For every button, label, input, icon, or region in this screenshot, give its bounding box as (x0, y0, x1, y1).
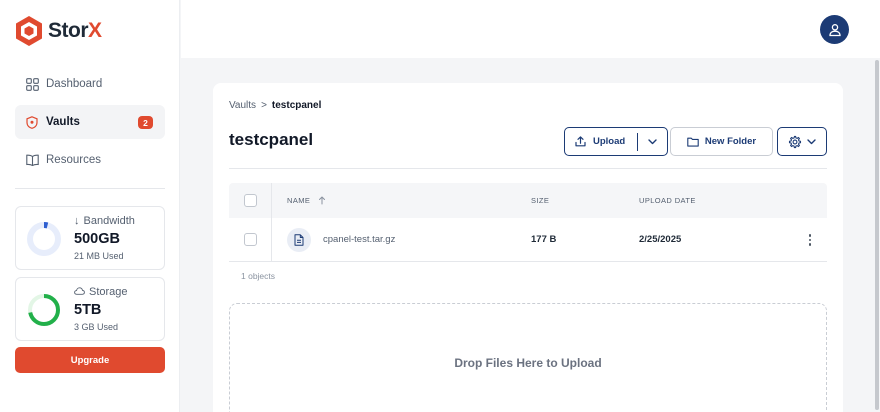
file-drop-zone[interactable]: Drop Files Here to Upload (229, 303, 827, 412)
user-icon (828, 23, 841, 36)
bandwidth-value: 500GB (74, 231, 120, 247)
bandwidth-used: 21 MB Used (74, 251, 124, 261)
storage-title: Storage (74, 286, 128, 298)
table-row[interactable]: cpanel-test.tar.gz 177 B 2/25/2025 (229, 218, 827, 262)
file-name[interactable]: cpanel-test.tar.gz (323, 234, 395, 245)
column-header-name[interactable]: NAME (287, 196, 326, 205)
upgrade-button[interactable]: Upgrade (15, 347, 165, 373)
column-header-upload-date[interactable]: UPLOAD DATE (639, 196, 696, 205)
gear-icon (788, 135, 802, 148)
upload-dropdown-toggle[interactable] (638, 128, 667, 155)
vault-shield-icon (25, 115, 39, 129)
storage-card: Storage 5TB 3 GB Used (15, 277, 165, 341)
title-divider (229, 168, 827, 169)
new-folder-label: New Folder (704, 136, 757, 147)
upload-split-button: Upload (564, 127, 668, 156)
column-header-size[interactable]: SIZE (531, 196, 549, 205)
file-upload-date: 2/25/2025 (639, 234, 682, 245)
breadcrumb: Vaults > testcpanel (229, 100, 321, 111)
sidebar: StorX Dashboard Vaults 2 Resources ↓ Ban… (0, 0, 180, 412)
folder-icon (687, 137, 699, 147)
storage-value: 5TB (74, 302, 102, 318)
sidebar-item-resources[interactable]: Resources (15, 143, 165, 177)
sidebar-divider (15, 188, 165, 189)
drop-zone-label: Drop Files Here to Upload (454, 356, 602, 370)
chevron-down-icon (648, 138, 657, 144)
row-actions-menu-icon[interactable] (803, 230, 817, 250)
sidebar-item-dashboard[interactable]: Dashboard (15, 67, 165, 101)
new-folder-button[interactable]: New Folder (670, 127, 773, 156)
row-checkbox[interactable] (244, 233, 257, 246)
column-divider (271, 218, 272, 262)
upload-icon (575, 136, 586, 147)
scrollbar-thumb[interactable] (875, 60, 879, 410)
file-icon (287, 228, 311, 252)
column-divider (271, 183, 272, 218)
arrow-down-icon: ↓ (74, 215, 80, 227)
vault-count-badge: 2 (138, 116, 153, 129)
cloud-icon (74, 286, 85, 298)
sort-ascending-icon (319, 196, 326, 205)
bandwidth-card: ↓ Bandwidth 500GB 21 MB Used (15, 206, 165, 270)
sidebar-item-vaults[interactable]: Vaults 2 (15, 105, 165, 139)
sidebar-item-label: Vaults (46, 116, 80, 128)
user-avatar-button[interactable] (820, 15, 849, 44)
breadcrumb-vaults-link[interactable]: Vaults (229, 100, 256, 111)
bandwidth-title: ↓ Bandwidth (74, 215, 135, 227)
bandwidth-progress-ring (27, 222, 61, 256)
storage-progress-ring (28, 294, 60, 326)
table-header: NAME SIZE UPLOAD DATE (229, 183, 827, 218)
upload-button[interactable]: Upload (565, 128, 637, 155)
page-title: testcpanel (229, 130, 314, 149)
dashboard-grid-icon (25, 77, 39, 91)
sidebar-item-label: Dashboard (46, 78, 103, 90)
select-all-checkbox[interactable] (244, 194, 257, 207)
settings-dropdown-button[interactable] (777, 127, 827, 156)
storx-logo[interactable]: StorX (15, 14, 102, 48)
object-count: 1 objects (241, 271, 276, 281)
storx-logo-icon (16, 16, 42, 46)
file-size: 177 B (531, 234, 557, 245)
storage-used: 3 GB Used (74, 322, 119, 332)
breadcrumb-current: testcpanel (271, 100, 322, 111)
top-bar (181, 0, 880, 58)
logo-text: StorX (48, 19, 102, 42)
sidebar-item-label: Resources (46, 154, 101, 166)
chevron-down-icon (807, 138, 816, 144)
breadcrumb-chevron-icon: > (261, 100, 267, 111)
book-icon (25, 153, 39, 167)
upload-label: Upload (593, 136, 626, 147)
